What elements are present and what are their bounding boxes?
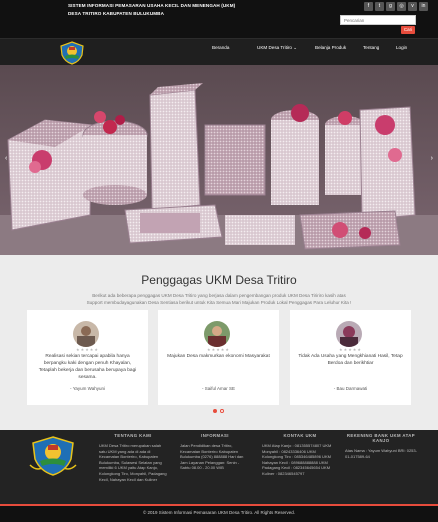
footer-info: INFORMASI Jalan Pendidikan desa Tritiro,… (180, 433, 250, 471)
slider-next-icon[interactable]: › (431, 155, 433, 162)
carousel-dot[interactable] (220, 409, 224, 413)
avatar (204, 321, 230, 347)
carousel-dot-active[interactable] (213, 409, 217, 413)
testimonial-card: ★★★★★ Majukan Desa makmurkan ekonomi Mas… (158, 310, 279, 405)
social-links: f t g ◎ v in (364, 2, 428, 11)
nav-item-beranda[interactable]: Beranda (212, 45, 229, 50)
main-navbar: Beranda UKM Desa Tritiro ⌄ Belanja Produ… (0, 38, 438, 65)
footer-bank: REKENING BANK UKM ATAP KANJO Atas Nama :… (345, 433, 417, 459)
footer-contact-text: UKM Atap Kanjo : 081355574807 UKM Monyah… (262, 443, 332, 476)
footer-about: TENTANG KAMI UKM Desa Tritiro merupakan … (99, 433, 167, 482)
footer-info-title: INFORMASI (201, 433, 229, 438)
rating-stars: ★★★★★ (339, 347, 362, 352)
top-bar: SISTEM INFORMASI PEMASARAN USAHA KECIL D… (0, 0, 438, 38)
footer-bank-text: Atas Nama : Yayum Wahyuni BRI: 0253-01-0… (345, 448, 417, 459)
rating-stars: ★★★★★ (207, 347, 230, 352)
nav-item-login[interactable]: Login (396, 45, 407, 50)
footer-info-text: Jalan Pendidikan desa Tritiro, Kecamatan… (180, 443, 244, 471)
hero-image (0, 65, 438, 255)
slider-prev-icon[interactable]: ‹ (5, 155, 7, 162)
linkedin-icon[interactable]: in (419, 2, 428, 11)
footer-about-title: TENTANG KAMI (114, 433, 152, 438)
testimonial-author: - Saiful Amar SE (201, 386, 235, 391)
search-input[interactable] (340, 15, 416, 25)
nav-item-belanja-produk[interactable]: Belanja Produk (315, 45, 346, 50)
testimonial-card: ★★★★★ Realisasi sekian tercapai apabila … (27, 310, 148, 405)
nav-item-tentang[interactable]: Tentang (363, 45, 379, 50)
nav-item-ukm-desa-tritiro[interactable]: UKM Desa Tritiro ⌄ (257, 45, 297, 51)
section-heading: Penggagas UKM Desa Tritiro (141, 273, 297, 287)
rating-stars: ★★★★★ (76, 347, 99, 352)
section-intro: Berikut ada beberapa penggagas UKM Desa … (86, 293, 352, 305)
footer-contact: KONTAK UKM UKM Atap Kanjo : 081355574807… (262, 433, 338, 477)
hero-slider: ‹ › (0, 65, 438, 255)
google-plus-icon[interactable]: g (386, 2, 395, 11)
system-title-line1: SISTEM INFORMASI PEMASARAN USAHA KECIL D… (68, 3, 236, 8)
testimonial-quote: Tidak Ada Usaha yang Mengkhianati Hasil,… (298, 354, 403, 366)
footer-about-text: UKM Desa Tritiro merupakan salah satu UK… (99, 443, 167, 482)
footer-bank-title: REKENING BANK UKM ATAP KANJO (346, 433, 416, 443)
footer-logo (29, 436, 77, 476)
testimonial-card: ★★★★★ Tidak Ada Usaha yang Mengkhianati … (290, 310, 411, 405)
vimeo-icon[interactable]: v (408, 2, 417, 11)
system-title: SISTEM INFORMASI PEMASARAN USAHA KECIL D… (68, 2, 308, 18)
founders-section: Penggagas UKM Desa Tritiro Berikut ada b… (0, 255, 438, 430)
twitter-icon[interactable]: t (375, 2, 384, 11)
instagram-icon[interactable]: ◎ (397, 2, 406, 11)
carousel-dots (213, 409, 224, 413)
testimonial-quote: Realisasi sekian tercapai apabila hanya … (38, 354, 137, 380)
footer-contact-title: KONTAK UKM (283, 433, 317, 438)
regency-logo[interactable] (58, 41, 86, 65)
testimonial-quote: Majukan Desa makmurkan ekonomi Masyaraka… (167, 354, 270, 359)
avatar (73, 321, 99, 347)
facebook-icon[interactable]: f (364, 2, 373, 11)
footer: TENTANG KAMI UKM Desa Tritiro merupakan … (0, 430, 438, 504)
system-title-line2: DESA TRITIRO KABUPATEN BULUKUMBA (68, 11, 165, 16)
testimonial-author: - Yayum Wahyuni (70, 386, 105, 391)
testimonial-author: - Bau Darmawati (333, 386, 368, 391)
copyright: © 2019 Sistem Informasi Pemasaran UKM De… (0, 504, 438, 522)
search-button[interactable]: Cari (401, 26, 415, 34)
avatar (336, 321, 362, 347)
